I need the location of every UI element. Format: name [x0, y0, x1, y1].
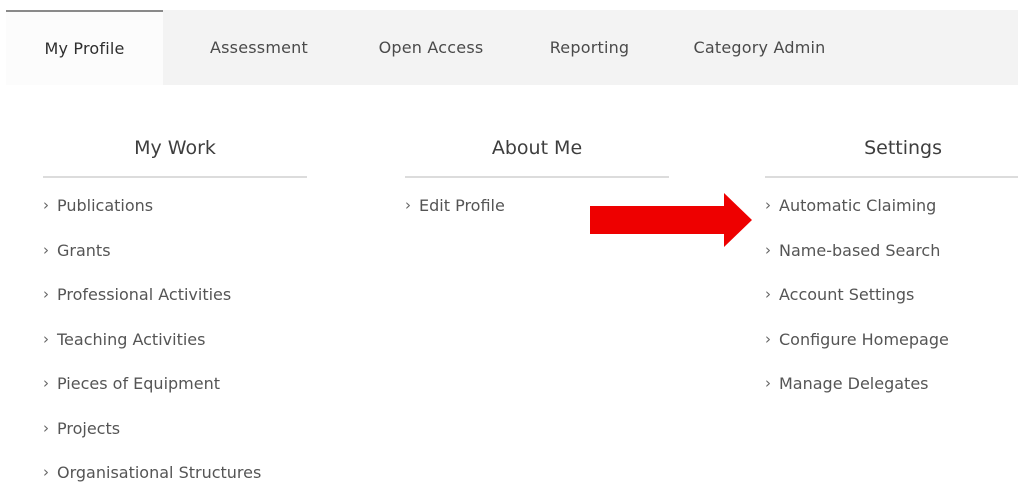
- tab-bar: My Profile Assessment Open Access Report…: [6, 10, 1018, 85]
- link-label: Grants: [57, 240, 111, 260]
- link-label: Projects: [57, 418, 121, 438]
- my-work-column: My Work › Publications › Grants › Professio…: [43, 120, 307, 494]
- link-pieces-of-equipment[interactable]: › Pieces of Equipment: [43, 374, 307, 419]
- chevron-right-icon: ›: [765, 285, 771, 303]
- right-arrow-icon: [590, 193, 752, 247]
- tab-reporting[interactable]: Reporting: [507, 10, 672, 85]
- link-label: Edit Profile: [419, 196, 505, 215]
- link-configure-homepage[interactable]: › Configure Homepage: [765, 330, 1018, 375]
- chevron-right-icon: ›: [43, 285, 49, 303]
- chevron-right-icon: ›: [43, 463, 49, 481]
- chevron-right-icon: ›: [43, 374, 49, 392]
- link-label: Name-based Search: [779, 240, 941, 260]
- tab-category-admin[interactable]: Category Admin: [672, 10, 847, 85]
- tab-assessment[interactable]: Assessment: [163, 10, 355, 85]
- chevron-right-icon: ›: [405, 196, 411, 214]
- settings-heading: Settings: [765, 120, 1018, 178]
- chevron-right-icon: ›: [43, 329, 49, 348]
- link-label: Professional Activities: [57, 285, 232, 304]
- settings-column: Settings › Automatic Claiming › Name-based…: [765, 120, 1018, 419]
- link-label: Account Settings: [779, 285, 915, 304]
- link-professional-activities[interactable]: › Professional Activities: [43, 285, 307, 330]
- chevron-right-icon: ›: [43, 418, 49, 437]
- chevron-right-icon: ›: [765, 196, 771, 214]
- link-label: Pieces of Equipment: [57, 374, 221, 393]
- link-grants[interactable]: › Grants: [43, 241, 307, 286]
- link-label: Manage Delegates: [779, 374, 929, 393]
- tab-open-access[interactable]: Open Access: [355, 10, 507, 85]
- link-projects[interactable]: › Projects: [43, 419, 307, 464]
- my-work-links: › Publications › Grants › Professional Acti…: [43, 178, 307, 494]
- tab-my-profile[interactable]: My Profile: [6, 10, 163, 85]
- about-me-heading: About Me: [405, 120, 669, 178]
- link-manage-delegates[interactable]: › Manage Delegates: [765, 374, 1018, 419]
- chevron-right-icon: ›: [43, 240, 49, 259]
- link-label: Publications: [57, 196, 154, 215]
- settings-links: › Automatic Claiming › Name-based Search ›…: [765, 178, 1018, 419]
- chevron-right-icon: ›: [765, 240, 771, 259]
- link-name-based-search[interactable]: › Name-based Search: [765, 241, 1018, 286]
- link-label: Teaching Activities: [57, 329, 206, 349]
- link-teaching-activities[interactable]: › Teaching Activities: [43, 330, 307, 375]
- link-automatic-claiming[interactable]: › Automatic Claiming: [765, 196, 1018, 241]
- link-label: Organisational Structures: [57, 463, 262, 482]
- chevron-right-icon: ›: [43, 196, 49, 214]
- link-label: Automatic Claiming: [779, 196, 937, 215]
- link-organisational-structures[interactable]: › Organisational Structures: [43, 463, 307, 494]
- link-label: Configure Homepage: [779, 329, 949, 349]
- profile-menu-page: My Profile Assessment Open Access Report…: [0, 0, 1018, 494]
- link-account-settings[interactable]: › Account Settings: [765, 285, 1018, 330]
- link-publications[interactable]: › Publications: [43, 196, 307, 241]
- my-work-heading: My Work: [43, 120, 307, 178]
- chevron-right-icon: ›: [765, 374, 771, 392]
- chevron-right-icon: ›: [765, 329, 771, 348]
